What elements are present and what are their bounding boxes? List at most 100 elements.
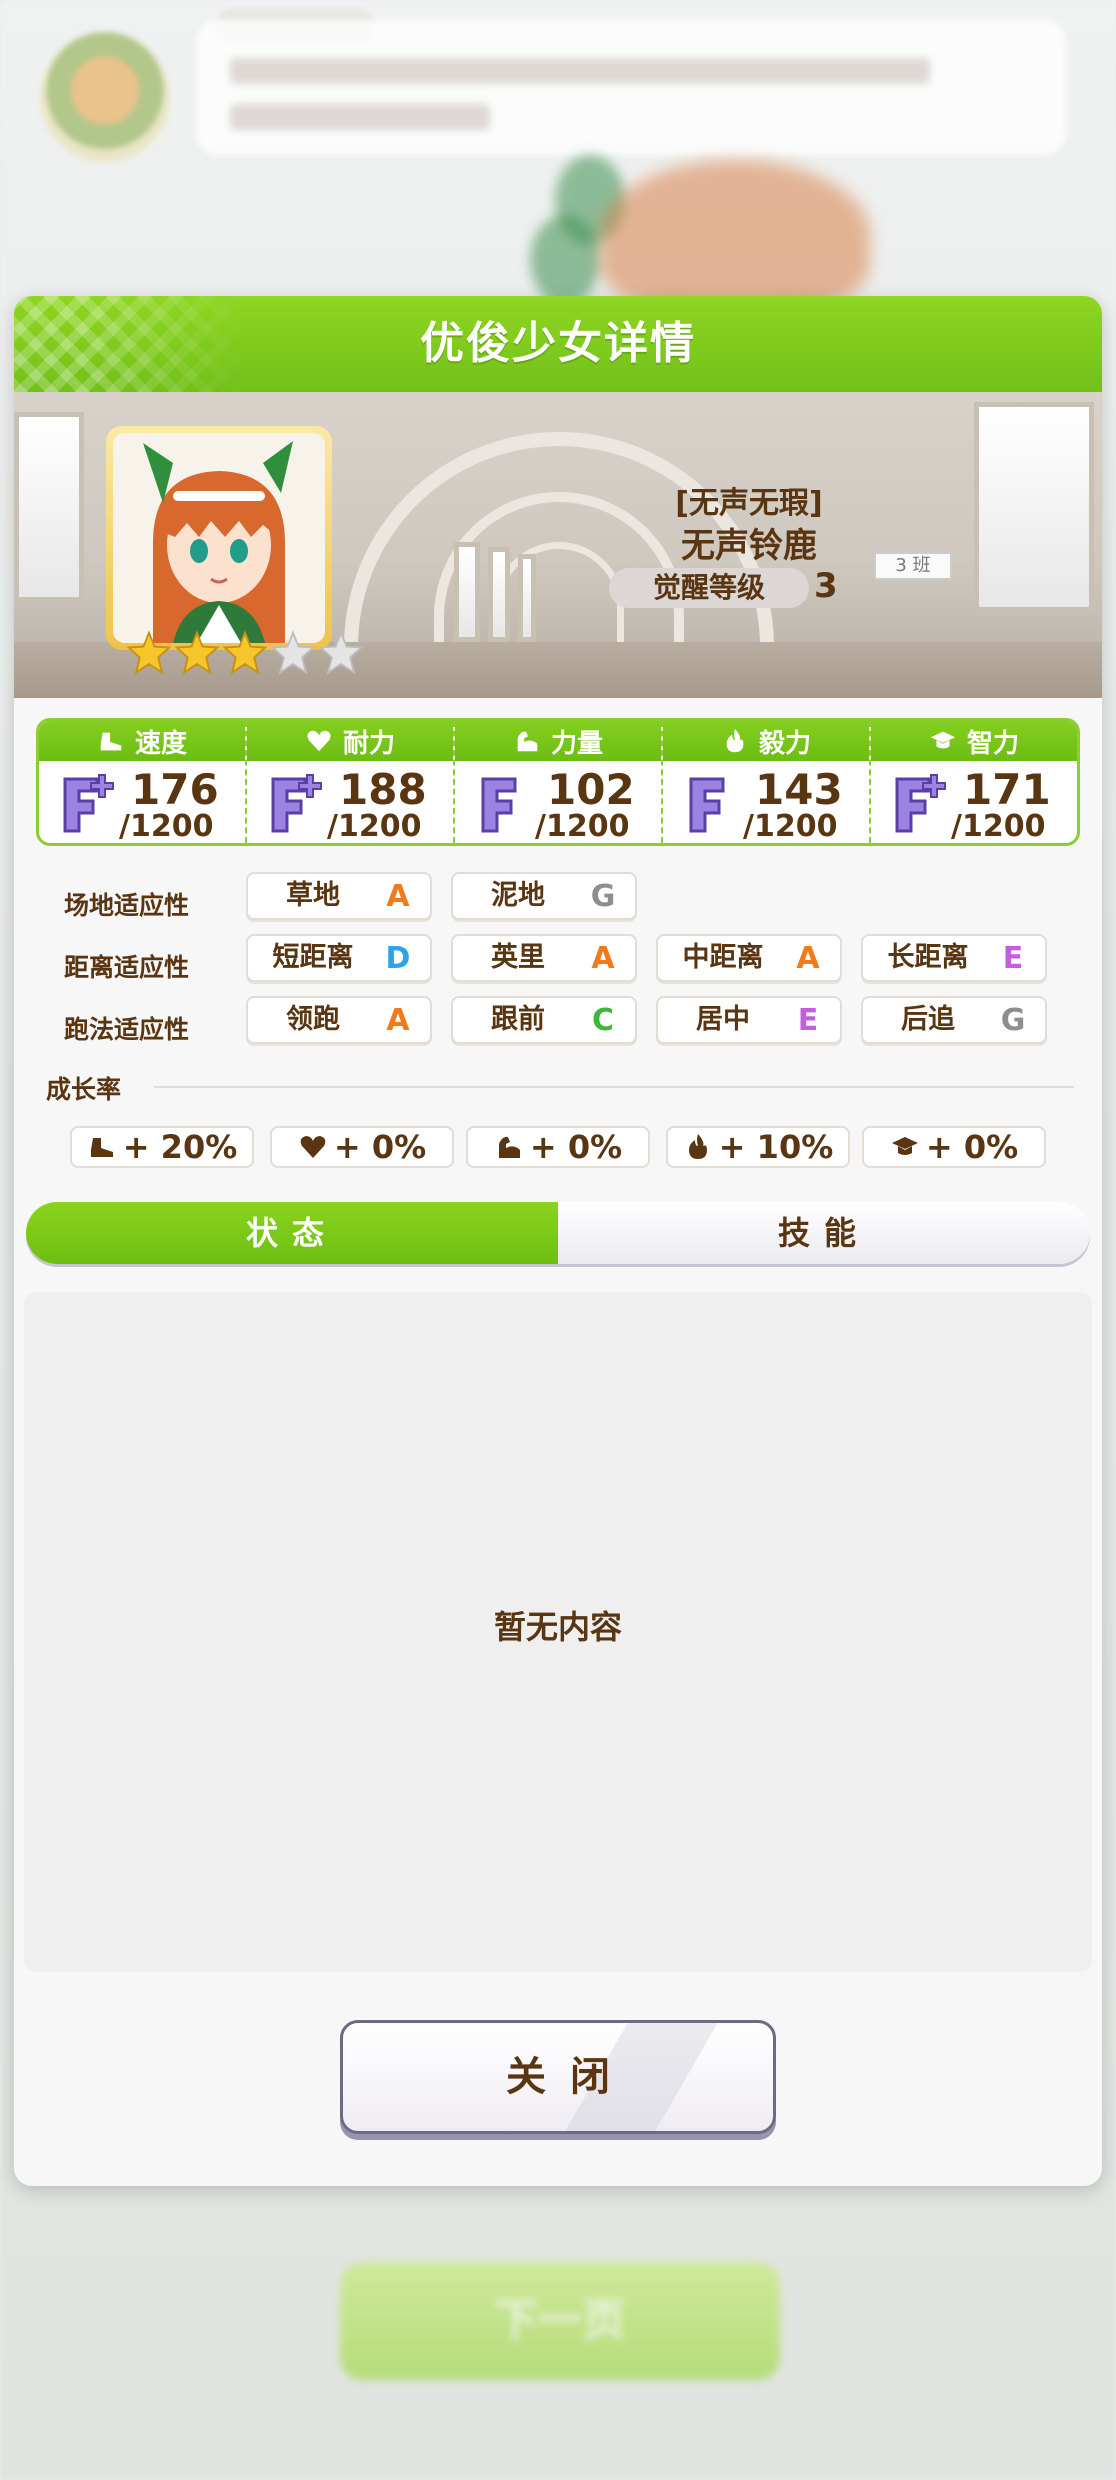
growth-power: + 0% [466, 1126, 650, 1168]
character-detail-dialog: 优俊少女详情 3 班 [无声无瑕] 无声铃鹿 觉醒等级 3 速度 176 /12… [14, 296, 1102, 2186]
shoe-icon [90, 1138, 113, 1157]
stat-value: 143 [755, 765, 843, 814]
grad-cap-icon [891, 1137, 918, 1155]
stat-name: 智力 [966, 728, 1019, 759]
grade-f-icon [481, 777, 517, 833]
flame-icon [726, 728, 744, 753]
aptitude-chip-front-runner: 领跑 A [246, 996, 432, 1044]
grade-letter: D [385, 941, 411, 976]
aptitude-chip-medium: 中距离 A [656, 934, 842, 982]
grade-letter: C [591, 1003, 615, 1038]
stat-guts: 毅力 143 /1200 [663, 721, 871, 843]
growth-speed: + 20% [70, 1126, 254, 1168]
aptitude-chip-mile: 英里 A [451, 934, 637, 982]
tab-skills[interactable]: 技能 [558, 1202, 1090, 1264]
character-portrait-art [113, 433, 325, 643]
star-empty-icon [270, 630, 316, 675]
grade-f-plus-icon [895, 774, 946, 833]
aptitude-chip-dirt: 泥地 G [451, 872, 637, 920]
stat-stamina: 耐力 188 /1200 [247, 721, 455, 843]
tab-status[interactable]: 状态 [26, 1202, 558, 1264]
window [14, 412, 84, 602]
aptitude-chip-late-surger: 居中 E [656, 996, 842, 1044]
stat-name: 力量 [550, 728, 603, 759]
window [974, 402, 1094, 612]
stat-value: 188 [339, 765, 427, 814]
grade-f-plus-icon [271, 774, 322, 833]
star-empty-icon [318, 630, 364, 675]
stat-wisdom: 智力 171 /1200 [871, 721, 1077, 843]
distance-aptitude-label: 距离适应性 [64, 953, 190, 982]
character-portrait[interactable] [106, 426, 332, 650]
stat-max: /1200 [119, 809, 214, 844]
stat-power: 力量 102 /1200 [455, 721, 663, 843]
speaker-avatar [40, 32, 170, 162]
grad-cap-icon [930, 731, 956, 749]
grade-letter: E [797, 1003, 819, 1038]
star-filled-icon [126, 630, 172, 675]
empty-state-text: 暂无内容 [493, 1608, 622, 1646]
stat-value: 102 [547, 765, 635, 814]
awaken-level-value: 3 [814, 566, 838, 606]
style-aptitude-label: 跑法适应性 [64, 1015, 190, 1044]
flame-icon [688, 1134, 707, 1159]
stats-panel: 速度 176 /1200 耐力 188 /1200 力量 102 /1200 毅… [36, 718, 1080, 846]
stat-max: /1200 [743, 809, 838, 844]
grade-letter: A [386, 879, 410, 914]
dialog-header: 优俊少女详情 [14, 296, 1102, 392]
close-button-label: 关闭 [506, 2054, 634, 2100]
stat-speed: 速度 176 /1200 [39, 721, 247, 843]
dialogue-line [230, 104, 490, 130]
muscle-icon [517, 731, 538, 752]
awaken-level-label: 觉醒等级 [609, 568, 809, 608]
character-epithet: [无声无瑕] [675, 486, 823, 521]
stat-name: 耐力 [342, 728, 395, 759]
tab-content-panel: 暂无内容 [24, 1292, 1092, 1972]
character-name: 无声铃鹿 [681, 526, 817, 566]
track-aptitude-label: 场地适应性 [64, 891, 190, 920]
divider [154, 1086, 1074, 1088]
grade-letter: G [590, 879, 616, 914]
grade-letter: A [796, 941, 820, 976]
aptitude-chip-sprint: 短距离 D [246, 934, 432, 982]
character-ear [530, 215, 600, 305]
stat-value: 176 [131, 765, 219, 814]
detail-tabs: 状态 技能 [26, 1202, 1090, 1264]
shoe-icon [100, 732, 122, 751]
aptitude-chip-pace-chaser: 跟前 C [451, 996, 637, 1044]
window [454, 542, 480, 642]
close-button[interactable]: 关闭 [340, 2020, 776, 2134]
grade-letter: G [1000, 1003, 1026, 1038]
star-filled-icon [222, 630, 268, 675]
star-rating [126, 630, 364, 676]
stat-max: /1200 [951, 809, 1046, 844]
star-filled-icon [174, 630, 220, 675]
dialogue-bubble [196, 20, 1066, 155]
heart-icon [300, 1136, 326, 1158]
grade-letter: A [591, 941, 615, 976]
muscle-icon [498, 1136, 520, 1158]
character-head [600, 160, 870, 310]
stat-max: /1200 [535, 809, 630, 844]
stat-name: 毅力 [758, 728, 811, 759]
aptitude-chip-long: 长距离 E [861, 934, 1047, 982]
stat-max: /1200 [327, 809, 422, 844]
growth-guts: + 10% [666, 1126, 850, 1168]
grade-f-icon [689, 777, 725, 833]
growth-rate-label: 成长率 [46, 1075, 122, 1104]
grade-f-plus-icon [63, 774, 114, 833]
dialogue-line [230, 58, 930, 84]
stat-value: 171 [963, 765, 1051, 814]
grade-letter: E [1002, 941, 1024, 976]
heart-icon [307, 730, 331, 752]
window [488, 547, 510, 642]
next-button: 下一页 [340, 2262, 780, 2380]
class-sign: 3 班 [874, 552, 952, 580]
aptitude-chip-end-closer: 后追 G [861, 996, 1047, 1044]
stat-name: 速度 [134, 728, 187, 759]
growth-wisdom: + 0% [862, 1126, 1046, 1168]
growth-stamina: + 0% [270, 1126, 454, 1168]
window [518, 554, 536, 642]
grade-letter: A [386, 1003, 410, 1038]
dialog-title: 优俊少女详情 [420, 318, 696, 369]
